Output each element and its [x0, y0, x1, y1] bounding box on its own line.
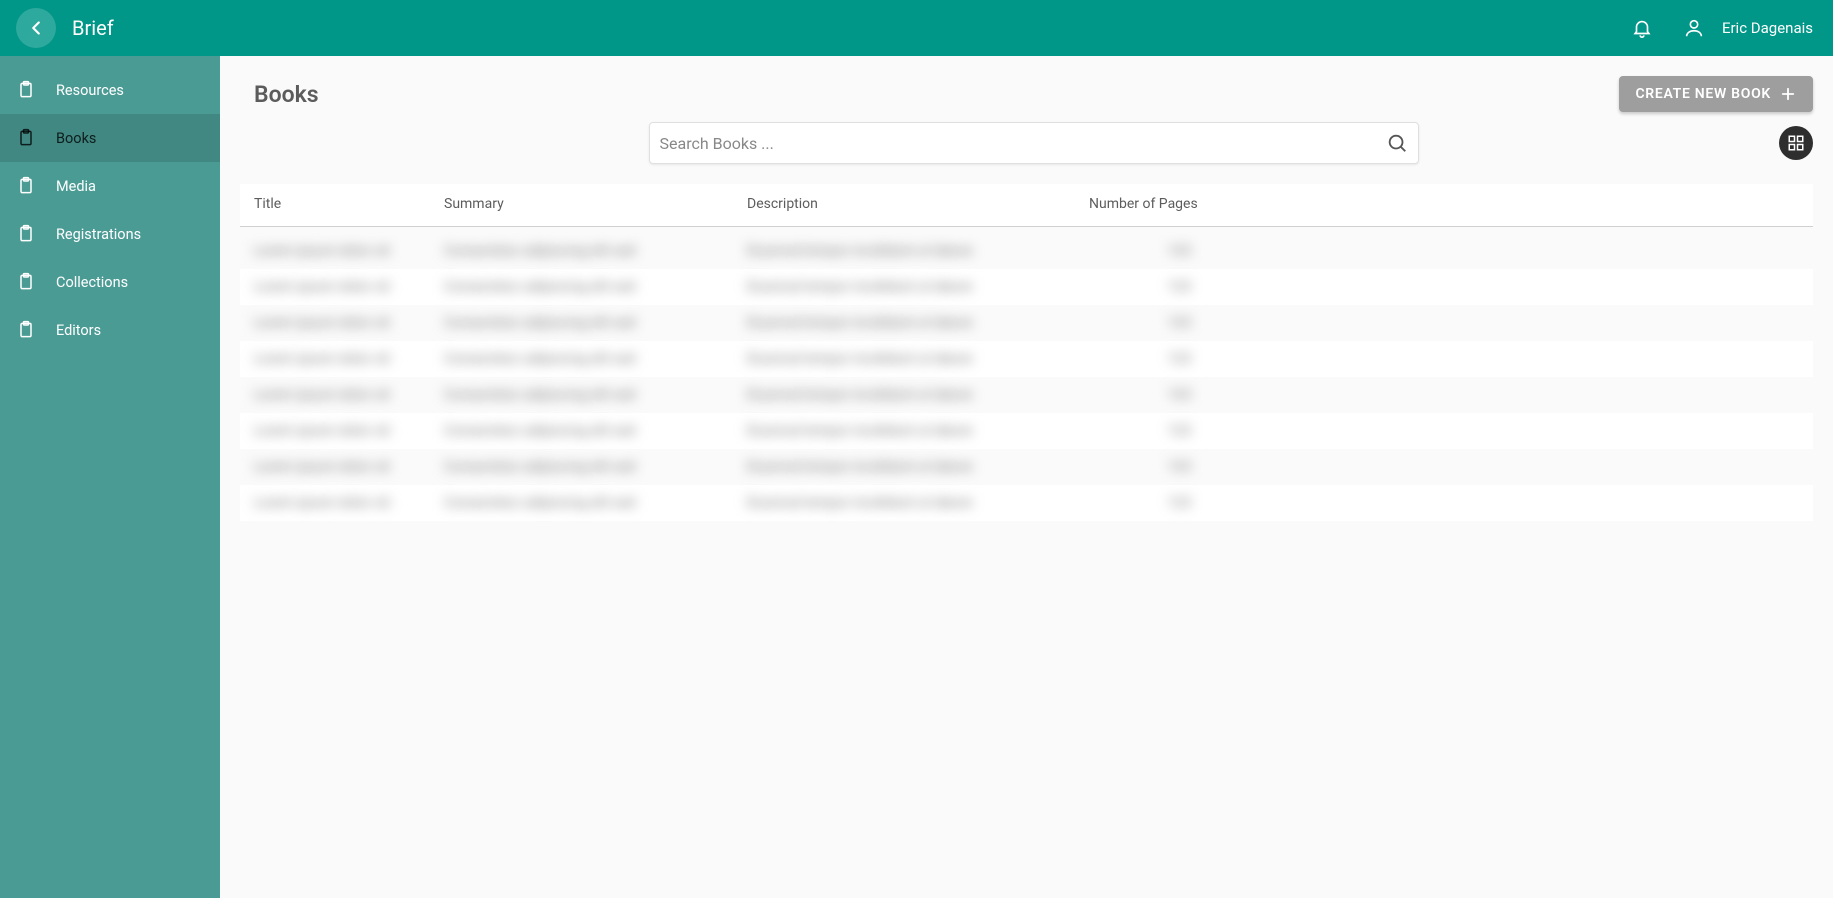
cell-description: Eiusmod tempor incididunt ut labore	[733, 305, 1075, 341]
sidebar-item-label: Editors	[56, 322, 101, 339]
cell-summary: Consectetur adipiscing elit sed	[430, 227, 733, 270]
back-button[interactable]	[16, 8, 56, 48]
search-input[interactable]	[660, 134, 1386, 153]
column-header-description[interactable]: Description	[733, 184, 1075, 227]
column-header-title[interactable]: Title	[240, 184, 430, 227]
table-row[interactable]: Lorem ipsum dolor sitConsectetur adipisc…	[240, 449, 1813, 485]
cell-summary: Consectetur adipiscing elit sed	[430, 341, 733, 377]
cell-description: Eiusmod tempor incididunt ut labore	[733, 485, 1075, 521]
user-icon	[1683, 17, 1705, 39]
main-content: Books CREATE NEW BOOK Title Summary	[220, 56, 1833, 898]
clipboard-icon	[16, 224, 36, 244]
clipboard-icon	[16, 128, 36, 148]
table-row[interactable]: Lorem ipsum dolor sitConsectetur adipisc…	[240, 341, 1813, 377]
cell-description: Eiusmod tempor incididunt ut labore	[733, 377, 1075, 413]
cell-pages: 123	[1075, 449, 1225, 485]
cell-pages: 123	[1075, 413, 1225, 449]
cell-description: Eiusmod tempor incididunt ut labore	[733, 269, 1075, 305]
table-row[interactable]: Lorem ipsum dolor sitConsectetur adipisc…	[240, 377, 1813, 413]
create-new-book-button[interactable]: CREATE NEW BOOK	[1619, 76, 1813, 112]
clipboard-icon	[16, 176, 36, 196]
cell-title: Lorem ipsum dolor sit	[240, 305, 430, 341]
sidebar-item-collections[interactable]: Collections	[0, 258, 220, 306]
sidebar-item-books[interactable]: Books	[0, 114, 220, 162]
create-button-label: CREATE NEW BOOK	[1635, 86, 1771, 102]
bell-icon	[1631, 17, 1653, 39]
sidebar: Resources Books Media Registrations Coll…	[0, 56, 220, 898]
sidebar-item-media[interactable]: Media	[0, 162, 220, 210]
cell-pages: 123	[1075, 377, 1225, 413]
sidebar-item-editors[interactable]: Editors	[0, 306, 220, 354]
search-row	[220, 122, 1833, 164]
sidebar-item-resources[interactable]: Resources	[0, 66, 220, 114]
cell-summary: Consectetur adipiscing elit sed	[430, 485, 733, 521]
cell-description: Eiusmod tempor incididunt ut labore	[733, 449, 1075, 485]
clipboard-icon	[16, 80, 36, 100]
cell-description: Eiusmod tempor incididunt ut labore	[733, 341, 1075, 377]
table-row[interactable]: Lorem ipsum dolor sitConsectetur adipisc…	[240, 227, 1813, 270]
sidebar-item-label: Resources	[56, 82, 124, 99]
sidebar-item-registrations[interactable]: Registrations	[0, 210, 220, 258]
grid-icon	[1787, 134, 1805, 152]
sidebar-item-label: Collections	[56, 274, 128, 291]
cell-title: Lorem ipsum dolor sit	[240, 377, 430, 413]
user-menu-button[interactable]	[1674, 8, 1714, 48]
table-row[interactable]: Lorem ipsum dolor sitConsectetur adipisc…	[240, 269, 1813, 305]
title-bar: Books CREATE NEW BOOK	[220, 56, 1833, 122]
cell-title: Lorem ipsum dolor sit	[240, 485, 430, 521]
cell-title: Lorem ipsum dolor sit	[240, 413, 430, 449]
search-icon	[1386, 132, 1408, 154]
table-header-row: Title Summary Description Number of Page…	[240, 184, 1813, 227]
cell-title: Lorem ipsum dolor sit	[240, 269, 430, 305]
cell-pages: 123	[1075, 485, 1225, 521]
plus-icon	[1779, 85, 1797, 103]
user-name[interactable]: Eric Dagenais	[1722, 19, 1813, 37]
cell-title: Lorem ipsum dolor sit	[240, 341, 430, 377]
cell-summary: Consectetur adipiscing elit sed	[430, 269, 733, 305]
cell-pages: 123	[1075, 341, 1225, 377]
sidebar-item-label: Books	[56, 130, 96, 147]
table-row[interactable]: Lorem ipsum dolor sitConsectetur adipisc…	[240, 485, 1813, 521]
sidebar-item-label: Registrations	[56, 226, 141, 243]
notifications-button[interactable]	[1622, 8, 1662, 48]
table-row[interactable]: Lorem ipsum dolor sitConsectetur adipisc…	[240, 305, 1813, 341]
column-header-pages[interactable]: Number of Pages	[1075, 184, 1225, 227]
books-table: Title Summary Description Number of Page…	[240, 184, 1813, 521]
app-title: Brief	[72, 16, 114, 40]
cell-summary: Consectetur adipiscing elit sed	[430, 449, 733, 485]
chevron-left-icon	[25, 17, 47, 39]
search-box[interactable]	[649, 122, 1419, 164]
clipboard-icon	[16, 320, 36, 340]
cell-pages: 123	[1075, 269, 1225, 305]
page-title: Books	[254, 81, 1619, 108]
cell-title: Lorem ipsum dolor sit	[240, 449, 430, 485]
cell-summary: Consectetur adipiscing elit sed	[430, 413, 733, 449]
table-row[interactable]: Lorem ipsum dolor sitConsectetur adipisc…	[240, 413, 1813, 449]
cell-title: Lorem ipsum dolor sit	[240, 227, 430, 270]
column-header-summary[interactable]: Summary	[430, 184, 733, 227]
cell-description: Eiusmod tempor incididunt ut labore	[733, 227, 1075, 270]
cell-summary: Consectetur adipiscing elit sed	[430, 377, 733, 413]
cell-pages: 123	[1075, 227, 1225, 270]
cell-summary: Consectetur adipiscing elit sed	[430, 305, 733, 341]
grid-view-toggle[interactable]	[1779, 126, 1813, 160]
clipboard-icon	[16, 272, 36, 292]
sidebar-item-label: Media	[56, 178, 96, 195]
app-header: Brief Eric Dagenais	[0, 0, 1833, 56]
cell-pages: 123	[1075, 305, 1225, 341]
cell-description: Eiusmod tempor incididunt ut labore	[733, 413, 1075, 449]
